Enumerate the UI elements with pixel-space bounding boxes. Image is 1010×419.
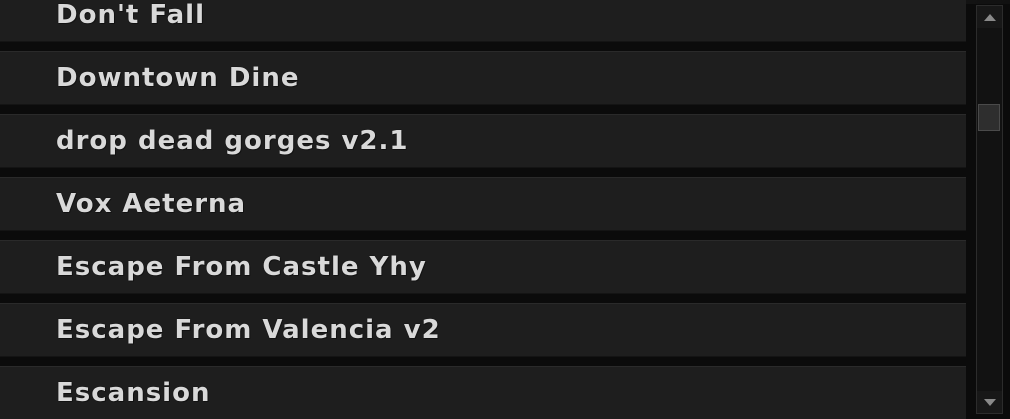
list-item-label: Escansion (56, 378, 211, 408)
list-item-label: Escape From Castle Yhy (56, 252, 427, 282)
scroll-up-button[interactable] (977, 6, 1002, 28)
list-item-label: Don't Fall (56, 0, 206, 30)
list-item[interactable]: drop dead gorges v2.1 (0, 114, 966, 168)
level-list-panel: Don't Fall Downtown Dine drop dead gorge… (0, 0, 1010, 419)
scrollbar-thumb[interactable] (978, 104, 1000, 131)
list-item-label: Vox Aeterna (56, 189, 247, 219)
triangle-down-icon (983, 398, 996, 406)
vertical-scrollbar[interactable] (976, 5, 1003, 414)
list-item-label: drop dead gorges v2.1 (56, 126, 409, 156)
list-item[interactable]: Downtown Dine (0, 51, 966, 105)
list-item[interactable]: Don't Fall (0, 0, 966, 42)
level-list[interactable]: Don't Fall Downtown Dine drop dead gorge… (0, 0, 966, 419)
list-item[interactable]: Escansion (0, 366, 966, 419)
list-item[interactable]: Escape From Valencia v2 (0, 303, 966, 357)
list-item-label: Downtown Dine (56, 63, 300, 93)
level-list-content: Don't Fall Downtown Dine drop dead gorge… (0, 0, 966, 419)
list-item[interactable]: Escape From Castle Yhy (0, 240, 966, 294)
list-item-label: Escape From Valencia v2 (56, 315, 441, 345)
triangle-up-icon (983, 13, 996, 21)
scroll-down-button[interactable] (977, 391, 1002, 413)
list-item[interactable]: Vox Aeterna (0, 177, 966, 231)
